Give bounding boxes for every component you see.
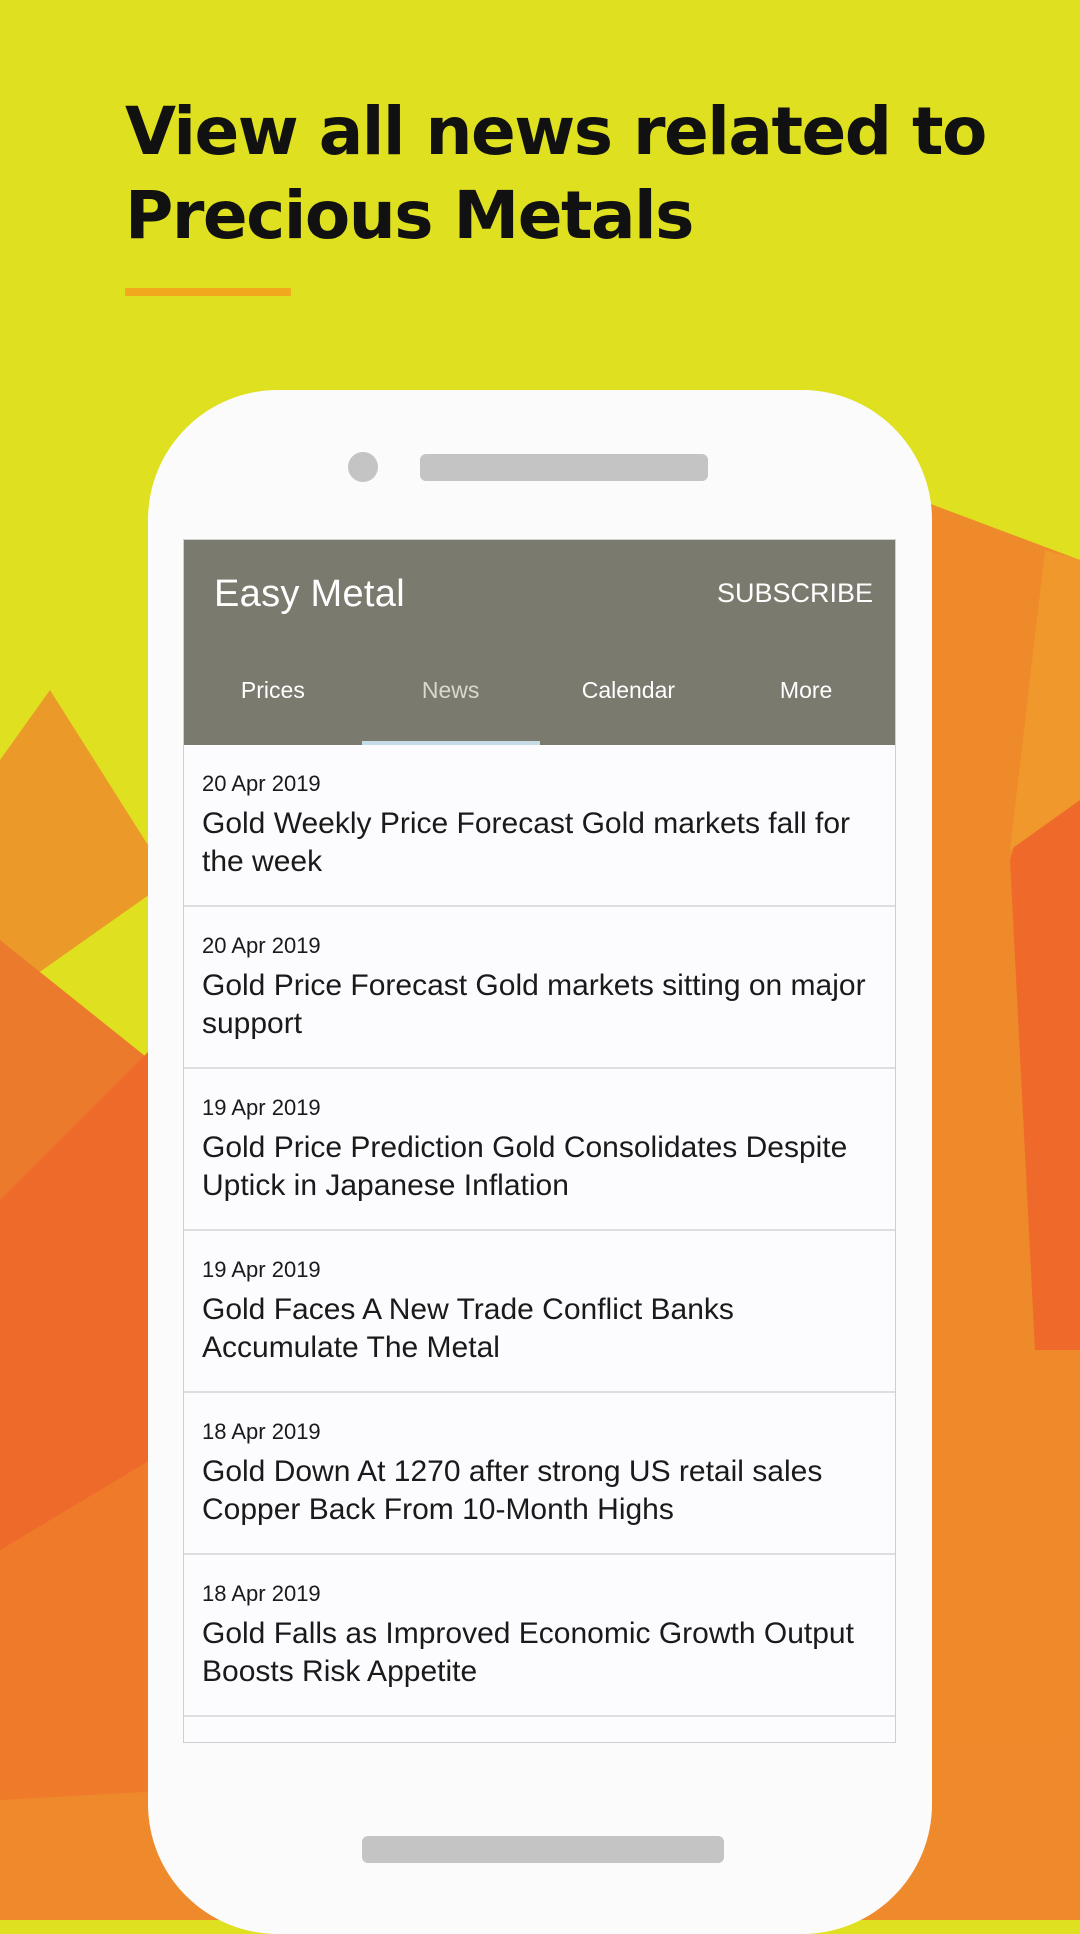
tab-bar: Prices News Calendar More (184, 660, 895, 745)
news-item[interactable]: 19 Apr 2019 Gold Price Prediction Gold C… (184, 1069, 895, 1231)
app-bar: Easy Metal SUBSCRIBE Prices News Calenda… (184, 540, 895, 745)
news-title: Gold Faces A New Trade Conflict Banks Ac… (202, 1293, 734, 1364)
news-item[interactable]: 20 Apr 2019 Gold Weekly Price Forecast G… (184, 745, 895, 907)
news-list: 20 Apr 2019 Gold Weekly Price Forecast G… (184, 745, 895, 1717)
news-date: 19 Apr 2019 (202, 1257, 321, 1282)
speaker-bar (420, 454, 708, 481)
headline-underline (125, 288, 291, 296)
news-date: 19 Apr 2019 (202, 1095, 321, 1120)
home-bar (362, 1836, 724, 1863)
news-date: 20 Apr 2019 (202, 933, 321, 958)
camera-dot (348, 452, 378, 482)
news-title: Gold Weekly Price Forecast Gold markets … (202, 807, 850, 878)
news-date: 18 Apr 2019 (202, 1581, 321, 1606)
news-item[interactable]: 20 Apr 2019 Gold Price Forecast Gold mar… (184, 907, 895, 1069)
headline: View all news related to Precious Metals (125, 90, 1005, 258)
tab-news[interactable]: News (361, 660, 540, 745)
news-item[interactable]: 18 Apr 2019 Gold Falls as Improved Econo… (184, 1555, 895, 1717)
app-screen: Easy Metal SUBSCRIBE Prices News Calenda… (183, 539, 896, 1743)
subscribe-button[interactable]: SUBSCRIBE (717, 578, 873, 609)
news-date: 18 Apr 2019 (202, 1419, 321, 1444)
tab-more[interactable]: More (717, 660, 895, 745)
headline-line-2: Precious Metals (125, 177, 694, 254)
tab-calendar[interactable]: Calendar (540, 660, 718, 745)
headline-line-1: View all news related to (125, 93, 987, 170)
tab-prices[interactable]: Prices (184, 660, 362, 745)
news-item[interactable]: 19 Apr 2019 Gold Faces A New Trade Confl… (184, 1231, 895, 1393)
app-title: Easy Metal (214, 573, 405, 615)
news-title: Gold Down At 1270 after strong US retail… (202, 1455, 823, 1526)
news-title: Gold Price Prediction Gold Consolidates … (202, 1131, 848, 1202)
news-title: Gold Price Forecast Gold markets sitting… (202, 969, 866, 1040)
news-item[interactable]: 18 Apr 2019 Gold Down At 1270 after stro… (184, 1393, 895, 1555)
news-title: Gold Falls as Improved Economic Growth O… (202, 1617, 854, 1688)
news-date: 20 Apr 2019 (202, 771, 321, 796)
